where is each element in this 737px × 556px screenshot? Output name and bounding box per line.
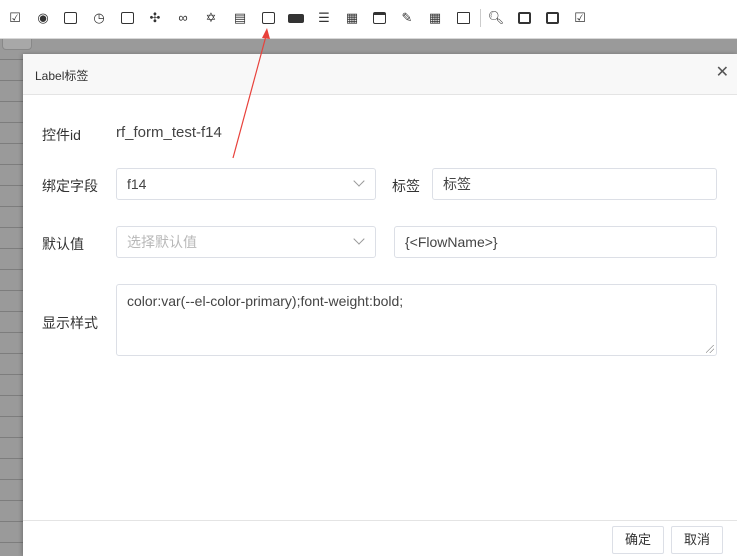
group-icon[interactable]: ✣ <box>148 11 162 25</box>
code-file-icon[interactable] <box>456 11 470 25</box>
cancel-button[interactable]: 取消 <box>671 526 724 554</box>
tag-label: 标签 <box>392 178 420 194</box>
default-value-select[interactable]: 选择默认值 <box>116 226 376 258</box>
ok-button[interactable]: 确定 <box>612 526 665 554</box>
dialog-title: Label标签 <box>35 69 89 83</box>
sort-icon[interactable]: ☰ <box>317 11 331 25</box>
radio-icon[interactable]: ◉ <box>36 11 50 25</box>
default-value-placeholder: 选择默认值 <box>127 234 197 250</box>
display-style-value: color:var(--el-color-primary);font-weigh… <box>127 293 404 309</box>
default-expression-value: {<FlowName>} <box>405 234 498 250</box>
editor-tab <box>2 39 32 50</box>
window-icon[interactable] <box>372 11 386 25</box>
bind-field-select[interactable]: f14 <box>116 168 376 200</box>
preview-icon[interactable]: 🔍︎ <box>488 11 505 25</box>
tag-input-value: 标签 <box>443 176 471 192</box>
display-style-label: 显示样式 <box>42 315 98 331</box>
bind-field-value: f14 <box>127 176 147 192</box>
label-properties-dialog: Label标签 ✕ 控件id rf_form_test-f14 绑定字段 f14… <box>23 54 737 556</box>
pen-icon[interactable]: ✎ <box>400 11 414 25</box>
bind-field-label: 绑定字段 <box>42 178 98 194</box>
save-icon[interactable] <box>517 11 531 25</box>
toolbar-divider <box>480 9 481 27</box>
textarea-icon[interactable] <box>63 11 77 25</box>
checkbox-icon[interactable]: ☑ <box>8 11 22 25</box>
control-id-label: 控件id <box>42 127 81 143</box>
designer-toolbar: ☑ ◉ ◷ ✣ ∞ ✡ ▤ ☰ ▦ ✎ ▦ 🔍︎ ☑ <box>0 0 737 39</box>
default-expression-input[interactable]: {<FlowName>} <box>394 226 717 258</box>
frame-icon[interactable] <box>120 11 134 25</box>
display-style-textarea[interactable]: color:var(--el-color-primary);font-weigh… <box>116 284 717 356</box>
default-value-label: 默认值 <box>42 236 84 252</box>
close-icon[interactable]: ✕ <box>716 63 729 83</box>
grid-table-icon[interactable]: ▦ <box>427 11 443 25</box>
save-as-icon[interactable] <box>545 11 559 25</box>
resize-grip-icon[interactable] <box>706 345 714 353</box>
document-icon[interactable]: ▤ <box>233 11 247 25</box>
button-icon[interactable] <box>288 11 304 25</box>
star-icon[interactable]: ✡ <box>204 11 218 25</box>
submit-icon[interactable]: ☑ <box>573 11 587 25</box>
dialog-footer: 确定 取消 <box>23 520 737 556</box>
dialog-header: Label标签 ✕ <box>23 54 737 95</box>
clock-icon[interactable]: ◷ <box>92 11 106 25</box>
table-icon[interactable]: ▦ <box>344 11 360 25</box>
label-icon[interactable] <box>261 11 275 25</box>
tag-input[interactable]: 标签 <box>432 168 717 200</box>
control-id-value: rf_form_test-f14 <box>116 124 222 141</box>
link-icon[interactable]: ∞ <box>176 11 190 25</box>
